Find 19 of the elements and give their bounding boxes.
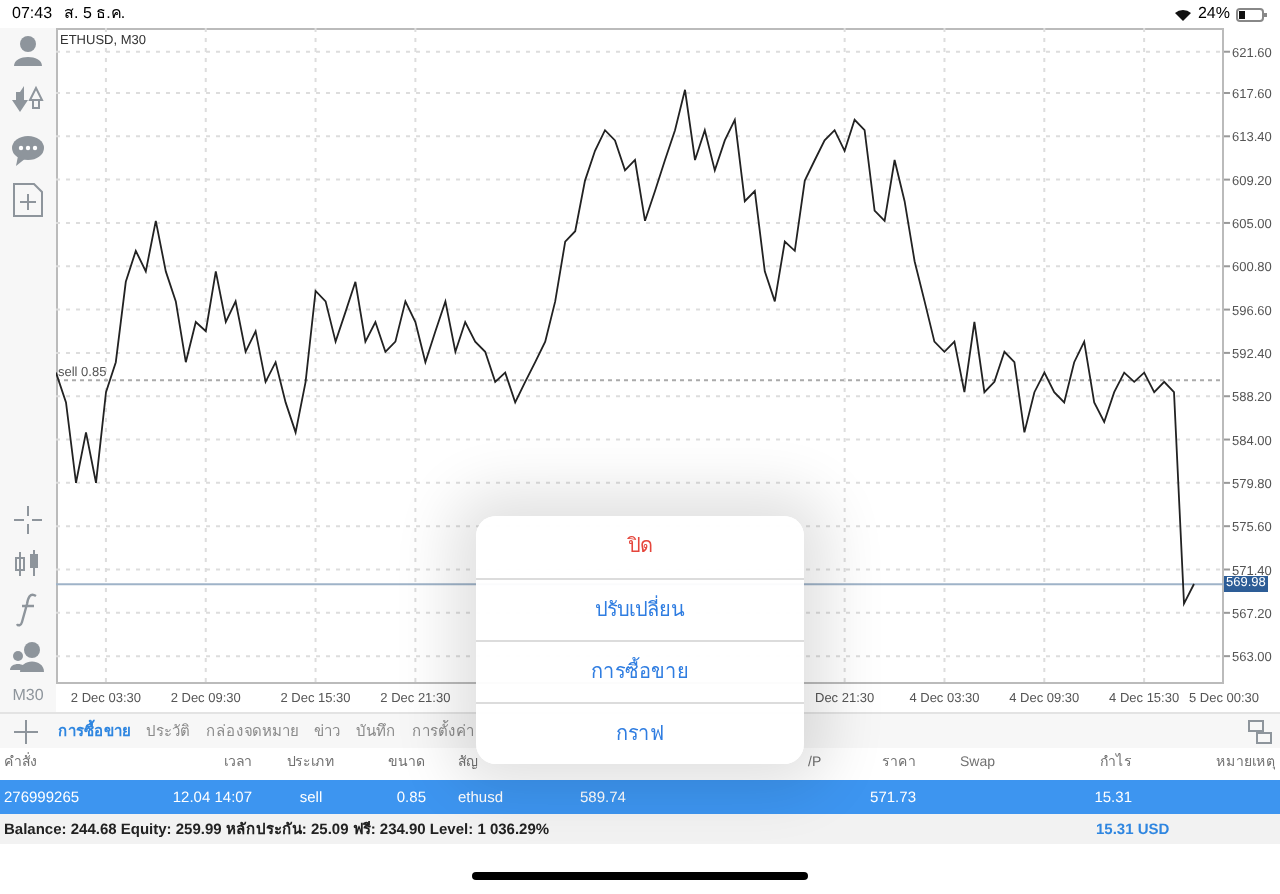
status-time: 07:43 [12,2,53,26]
add-icon[interactable] [14,719,38,743]
menu-item[interactable]: การซื้อขาย [476,640,804,702]
layout-icon[interactable] [1248,719,1272,743]
status-date: ส. 5 ธ.ค. [64,2,126,26]
new-document-icon[interactable] [12,182,44,218]
battery-icon [1236,7,1268,21]
timeframe-button[interactable]: M30 [12,684,44,708]
function-icon[interactable] [16,592,40,628]
battery-percent: 24% [1197,2,1230,26]
chat-icon[interactable] [10,132,46,168]
wifi-icon [1173,7,1192,21]
menu-item[interactable]: ปรับเปลี่ยน [476,578,804,640]
candlestick-icon[interactable] [12,548,44,580]
crosshair-icon[interactable] [12,504,44,536]
menu-item[interactable]: ปิด [476,516,804,578]
people-icon[interactable] [10,640,46,672]
menu-item[interactable]: กราฟ [476,702,804,764]
account-icon[interactable] [10,32,46,68]
